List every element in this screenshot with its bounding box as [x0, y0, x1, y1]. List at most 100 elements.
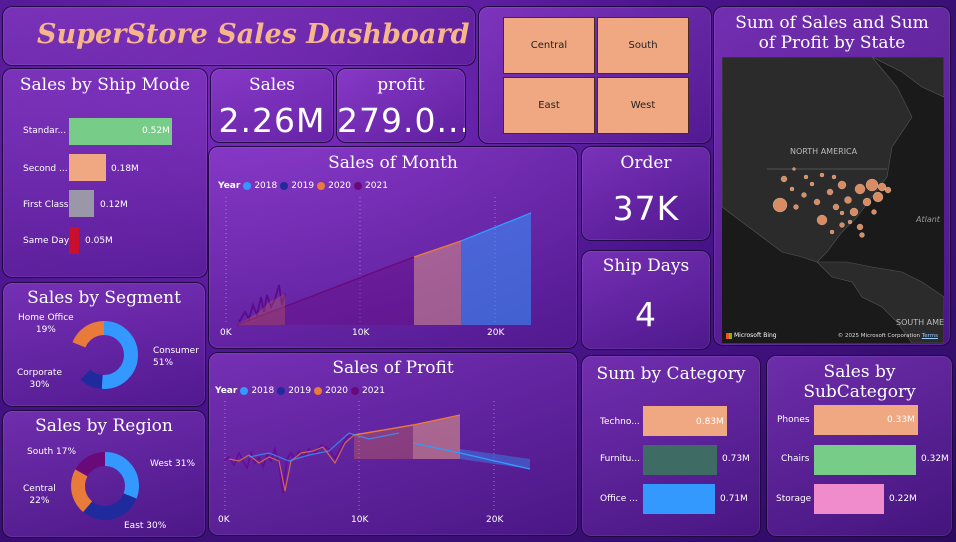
order-kpi-card: Order 37K — [581, 146, 711, 241]
sales-kpi-label: Sales — [248, 75, 295, 95]
region-name: Central — [23, 484, 56, 494]
category-bar-office[interactable] — [643, 484, 715, 514]
shipdays-kpi-value: 4 — [635, 295, 657, 334]
ship-mode-label: Same Day — [23, 236, 70, 246]
category-title: Sum by Category — [596, 364, 746, 384]
region-label-west: West 31% — [150, 459, 195, 469]
x-tick: 10K — [351, 515, 369, 525]
subcategory-label: Storage — [776, 494, 812, 504]
ship-mode-label: Second ... — [23, 164, 68, 174]
category-card: Sum by Category Techno... 0.83M Furnitu.… — [581, 355, 761, 537]
segment-name: Consumer — [153, 346, 199, 356]
map-title: Sum of Sales and Sum of Profit by State — [735, 13, 929, 53]
subcategory-bar-chairs[interactable] — [814, 445, 916, 475]
category-bar-furniture[interactable] — [643, 445, 717, 475]
region-slicer: Central South East West — [478, 6, 712, 144]
profit-kpi-card: profit 279.0... — [336, 68, 466, 143]
map-copyright: © 2025 Microsoft Corporation Terms — [838, 333, 938, 339]
ship-mode-bar-second[interactable] — [69, 154, 106, 181]
region-button-central[interactable]: Central — [503, 17, 595, 74]
ship-mode-value: 0.05M — [85, 236, 113, 246]
ship-mode-title: Sales by Ship Mode — [19, 75, 191, 95]
copyright-text: © 2025 Microsoft Corporation — [837, 333, 921, 339]
x-tick: 10K — [352, 328, 370, 338]
region-button-label: East — [538, 100, 560, 111]
ship-mode-value: 0.52M — [142, 126, 170, 136]
segment-card: Sales by Segment Home Office 19% Consume… — [2, 282, 206, 407]
region-button-label: South — [628, 40, 658, 51]
x-tick: 20K — [487, 328, 505, 338]
ship-mode-value: 0.12M — [100, 200, 128, 210]
north-america-label: NORTH AMERICA — [790, 147, 858, 156]
category-value: 0.83M — [696, 417, 724, 427]
subcategory-title: Sales by SubCategory — [803, 362, 916, 402]
profit-kpi-label: profit — [377, 75, 425, 95]
subcategory-label: Phones — [777, 415, 810, 425]
x-tick: 0K — [218, 515, 230, 525]
area-2020[interactable] — [414, 241, 461, 325]
map-card: Sum of Sales and Sum of Profit by State — [713, 6, 951, 346]
sales-of-month-plot[interactable] — [209, 147, 578, 349]
subcategory-bar-storage[interactable] — [814, 484, 884, 514]
map-view[interactable]: NORTH AMERICA Atlant SOUTH AMER Microsof… — [722, 57, 944, 343]
subcategory-value: 0.33M — [887, 415, 915, 425]
sales-kpi-value: 2.26M — [218, 101, 326, 140]
category-label: Furnitu... — [600, 454, 640, 464]
x-tick: 0K — [220, 328, 232, 338]
region-button-east[interactable]: East — [503, 77, 595, 134]
dashboard-title: SuperStore Sales Dashboard — [37, 19, 470, 50]
title-card: SuperStore Sales Dashboard — [2, 6, 476, 66]
segment-name: Home Office — [18, 313, 74, 323]
segment-pct: 30% — [29, 380, 50, 390]
ship-mode-value: 0.18M — [111, 164, 139, 174]
region-button-west[interactable]: West — [597, 77, 689, 134]
segment-label-home-office: Home Office 19% — [18, 312, 74, 336]
bing-text: Microsoft Bing — [734, 332, 777, 339]
profit-kpi-value: 279.0... — [337, 101, 466, 140]
sales-kpi-card: Sales 2.26M — [210, 68, 334, 143]
ship-mode-bar-sameday[interactable] — [69, 227, 79, 254]
subcategory-label: Chairs — [781, 454, 810, 464]
region-donut[interactable] — [3, 411, 206, 538]
category-label: Techno... — [600, 417, 640, 427]
region-button-label: West — [630, 100, 656, 111]
x-tick: 20K — [486, 515, 504, 525]
region-label-east: East 30% — [124, 521, 167, 531]
sales-of-month-card: Sales of Month Year 2018 2019 2020 2021 … — [208, 146, 578, 349]
region-pct: 22% — [29, 496, 50, 506]
order-kpi-value: 37K — [612, 189, 680, 228]
region-button-south[interactable]: South — [597, 17, 689, 74]
terms-link[interactable]: Terms — [922, 333, 938, 339]
subcategory-value: 0.32M — [921, 454, 949, 464]
segment-label-consumer: Consumer 51% — [153, 345, 199, 369]
area-2020[interactable] — [413, 415, 460, 459]
category-value: 0.71M — [720, 494, 748, 504]
order-kpi-label: Order — [620, 153, 672, 173]
category-label: Office ... — [600, 494, 638, 504]
ship-mode-bar-first[interactable] — [69, 190, 94, 217]
shipdays-kpi-card: Ship Days 4 — [581, 250, 711, 350]
line-2019-noise — [223, 434, 355, 494]
region-label-south: South 17% — [27, 447, 77, 457]
sales-of-profit-plot[interactable] — [209, 353, 578, 536]
area-2018[interactable] — [461, 213, 531, 325]
bing-logo: Microsoft Bing — [726, 332, 777, 339]
region-button-label: Central — [530, 40, 568, 51]
us-map-graphic: NORTH AMERICA Atlant SOUTH AMER — [722, 57, 944, 343]
category-value: 0.73M — [722, 454, 750, 464]
atlantic-label: Atlant — [915, 215, 941, 224]
segment-pct: 51% — [153, 358, 174, 368]
segment-pct: 19% — [35, 325, 56, 335]
segment-label-corporate: Corporate 30% — [17, 367, 62, 391]
region-label-central: Central 22% — [23, 483, 56, 507]
ship-mode-card: Sales by Ship Mode Standar... 0.52M Seco… — [2, 68, 208, 278]
bing-icon — [726, 332, 732, 339]
subcategory-value: 0.22M — [889, 494, 917, 504]
shipdays-kpi-label: Ship Days — [602, 256, 690, 276]
segment-name: Corporate — [17, 368, 62, 378]
ship-mode-label: Standar... — [23, 126, 67, 136]
south-america-label: SOUTH AMER — [896, 318, 944, 327]
region-card: Sales by Region South 17% West 31% Centr… — [2, 410, 206, 538]
subcategory-card: Sales by SubCategory Phones 0.33M Chairs… — [766, 355, 953, 537]
ship-mode-label: First Class — [23, 200, 69, 210]
